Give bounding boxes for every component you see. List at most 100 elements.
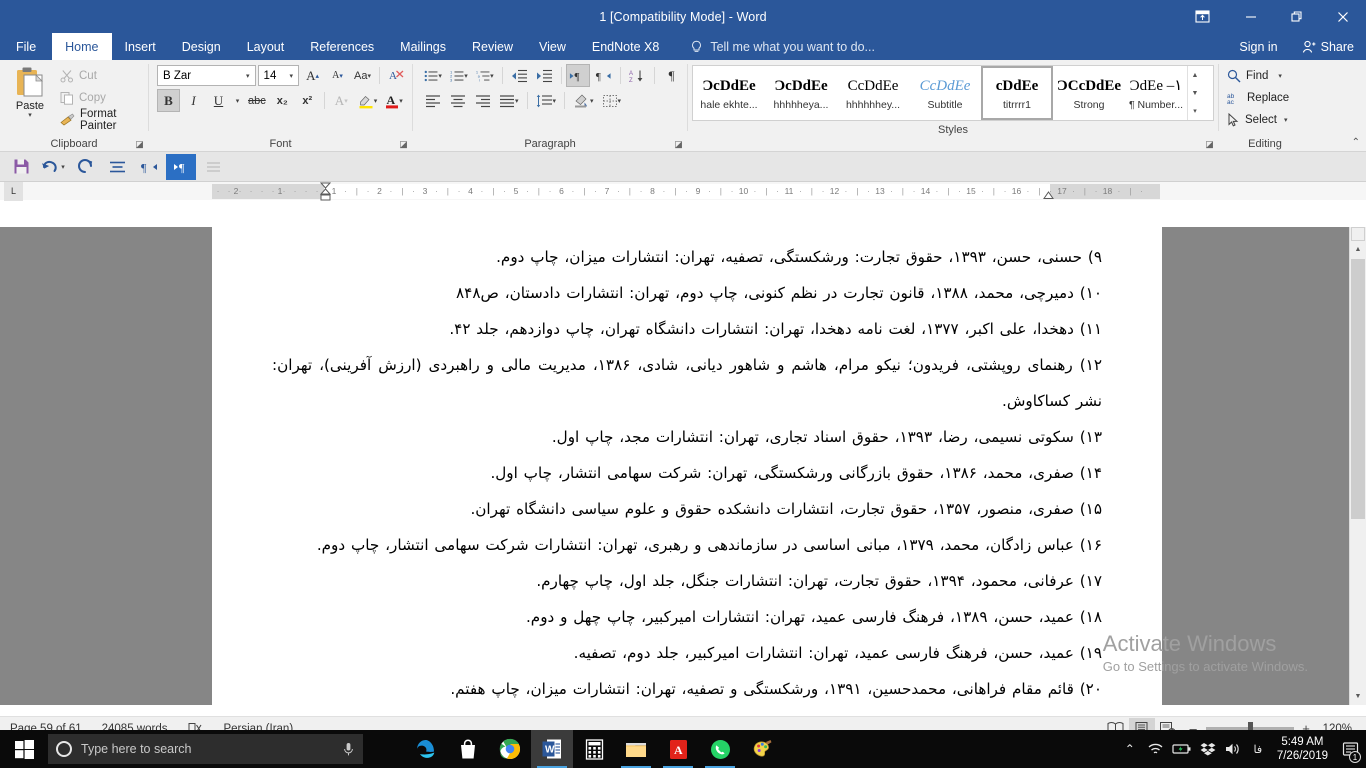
align-right-button[interactable]: [471, 89, 494, 112]
align-icon[interactable]: [102, 154, 132, 180]
increase-indent-button[interactable]: [533, 64, 556, 87]
line-spacing-button[interactable]: ▾: [533, 89, 560, 112]
tab-file[interactable]: File: [0, 33, 52, 60]
tab-mailings[interactable]: Mailings: [387, 33, 459, 60]
style-item-subtitle[interactable]: CcDdEe Subtitle: [909, 66, 981, 120]
taskbar-app-google-chrome[interactable]: [489, 730, 531, 768]
taskbar-app-whatsapp[interactable]: [699, 730, 741, 768]
scroll-up-button[interactable]: ▲: [1350, 241, 1366, 258]
undo-icon[interactable]: ▾: [38, 154, 68, 180]
taskbar-app-microsoft-store[interactable]: [447, 730, 489, 768]
copy-button[interactable]: Copy: [56, 87, 144, 109]
tab-review[interactable]: Review: [459, 33, 526, 60]
tab-design[interactable]: Design: [169, 33, 234, 60]
font-size-combobox[interactable]: 14 ▾: [258, 65, 299, 86]
close-button[interactable]: [1320, 0, 1366, 33]
sort-button[interactable]: AZ: [626, 64, 649, 87]
style-item-0[interactable]: ƆcDdEe hale ekhte...: [693, 66, 765, 120]
underline-dropdown[interactable]: ▾: [232, 89, 243, 112]
right-indent-marker[interactable]: [1043, 191, 1054, 200]
minimize-button[interactable]: [1228, 0, 1274, 33]
show-hidden-icons-button[interactable]: ⌃: [1117, 730, 1143, 768]
collapse-ribbon-icon[interactable]: ⌃: [1352, 137, 1360, 148]
document-page[interactable]: ۹) حسنی، حسن، ۱۳۹۳، حقوق تجارت: ورشکستگی…: [212, 227, 1162, 705]
style-item-strong[interactable]: ƆCcDdEe Strong: [1053, 66, 1125, 120]
shrink-font-button[interactable]: A▾: [326, 64, 349, 87]
styles-dialog-launcher[interactable]: ◪: [1204, 139, 1215, 150]
speaker-icon[interactable]: [1221, 730, 1247, 768]
font-color-button[interactable]: A▾: [382, 89, 406, 112]
align-left-button[interactable]: [421, 89, 444, 112]
tell-me-search[interactable]: Tell me what you want to do...: [690, 33, 875, 60]
align-center-button[interactable]: [446, 89, 469, 112]
ltr-paragraph-icon[interactable]: ¶: [166, 154, 196, 180]
scrollbar-thumb[interactable]: [1351, 259, 1365, 519]
style-item-titrrrr1[interactable]: cDdEe titrrrr1: [981, 66, 1053, 120]
strikethrough-button[interactable]: abc: [245, 89, 269, 112]
select-button[interactable]: Select ▾: [1223, 109, 1307, 131]
action-center-icon[interactable]: 1: [1336, 730, 1364, 768]
sign-in-button[interactable]: Sign in: [1227, 40, 1289, 54]
scroll-down-button[interactable]: ▼: [1350, 688, 1366, 705]
rtl-paragraph-icon[interactable]: ¶: [134, 154, 164, 180]
clipboard-dialog-launcher[interactable]: ◪: [134, 139, 145, 150]
ribbon-display-options-icon[interactable]: [1179, 0, 1225, 33]
style-item-2[interactable]: CcDdEe hhhhhhey...: [837, 66, 909, 120]
cut-button[interactable]: Cut: [56, 65, 144, 87]
underline-button[interactable]: U: [207, 89, 230, 112]
italic-button[interactable]: I: [182, 89, 205, 112]
justify-button[interactable]: ▾: [496, 89, 522, 112]
multilevel-list-button[interactable]: 1ai▾: [473, 64, 497, 87]
style-item-number[interactable]: ƆdEe –۱ ¶ Number...: [1125, 66, 1187, 120]
taskbar-app-paint[interactable]: [741, 730, 783, 768]
search-input[interactable]: Type here to search: [48, 734, 363, 764]
language-indicator[interactable]: فا: [1247, 730, 1269, 768]
replace-button[interactable]: abac Replace: [1223, 87, 1307, 109]
grow-font-button[interactable]: A▴: [301, 64, 324, 87]
styles-scroll-down-button[interactable]: ▼: [1188, 84, 1202, 102]
change-case-button[interactable]: Aa▾: [351, 64, 374, 87]
numbering-button[interactable]: 123▾: [447, 64, 471, 87]
bullets-button[interactable]: ▾: [421, 64, 445, 87]
font-name-combobox[interactable]: B Zar ▾: [157, 65, 256, 86]
tab-stop-selector[interactable]: L: [4, 182, 23, 201]
vertical-scrollbar[interactable]: ▲ ▼: [1349, 227, 1366, 705]
right-to-left-text-button[interactable]: ¶: [592, 64, 615, 87]
styles-scroll-up-button[interactable]: ▲: [1188, 66, 1202, 84]
taskbar-app-file-explorer[interactable]: [615, 730, 657, 768]
tab-home[interactable]: Home: [52, 33, 111, 60]
taskbar-app-edge[interactable]: [405, 730, 447, 768]
more-icon[interactable]: [198, 154, 228, 180]
shading-button[interactable]: ▾: [570, 89, 597, 112]
taskbar-app-adobe-reader[interactable]: A: [657, 730, 699, 768]
decrease-indent-button[interactable]: [508, 64, 531, 87]
save-icon[interactable]: [6, 154, 36, 180]
first-line-indent-marker[interactable]: [320, 182, 331, 201]
superscript-button[interactable]: x²: [296, 89, 319, 112]
bold-button[interactable]: B: [157, 89, 180, 112]
left-to-right-text-button[interactable]: ¶: [566, 64, 589, 87]
tab-insert[interactable]: Insert: [112, 33, 169, 60]
battery-icon[interactable]: [1169, 730, 1195, 768]
wifi-icon[interactable]: [1143, 730, 1169, 768]
microphone-icon[interactable]: [342, 742, 355, 757]
paste-button[interactable]: Paste ▾: [4, 63, 56, 119]
taskbar-clock[interactable]: 5:49 AM 7/26/2019: [1269, 735, 1336, 763]
dropbox-icon[interactable]: [1195, 730, 1221, 768]
paragraph-dialog-launcher[interactable]: ◪: [673, 139, 684, 150]
find-button[interactable]: Find ▾: [1223, 65, 1307, 87]
tab-endnote[interactable]: EndNote X8: [579, 33, 672, 60]
share-button[interactable]: Share: [1290, 33, 1366, 60]
borders-button[interactable]: ▾: [599, 89, 625, 112]
windows-start-icon[interactable]: [0, 730, 48, 768]
taskbar-app-microsoft-word[interactable]: W: [531, 730, 573, 768]
style-item-1[interactable]: ƆcDdEe hhhhheya...: [765, 66, 837, 120]
redo-icon[interactable]: [70, 154, 100, 180]
tab-references[interactable]: References: [297, 33, 387, 60]
font-dialog-launcher[interactable]: ◪: [398, 139, 409, 150]
restore-button[interactable]: [1274, 0, 1320, 33]
horizontal-ruler[interactable]: 21··········1·|·2·|·3·|·4·|·5·|·6·|·7·|·…: [212, 184, 1160, 199]
show-formatting-marks-button[interactable]: ¶: [660, 64, 683, 87]
styles-more-button[interactable]: ▾: [1188, 102, 1202, 120]
text-highlight-button[interactable]: ▾: [355, 89, 381, 112]
